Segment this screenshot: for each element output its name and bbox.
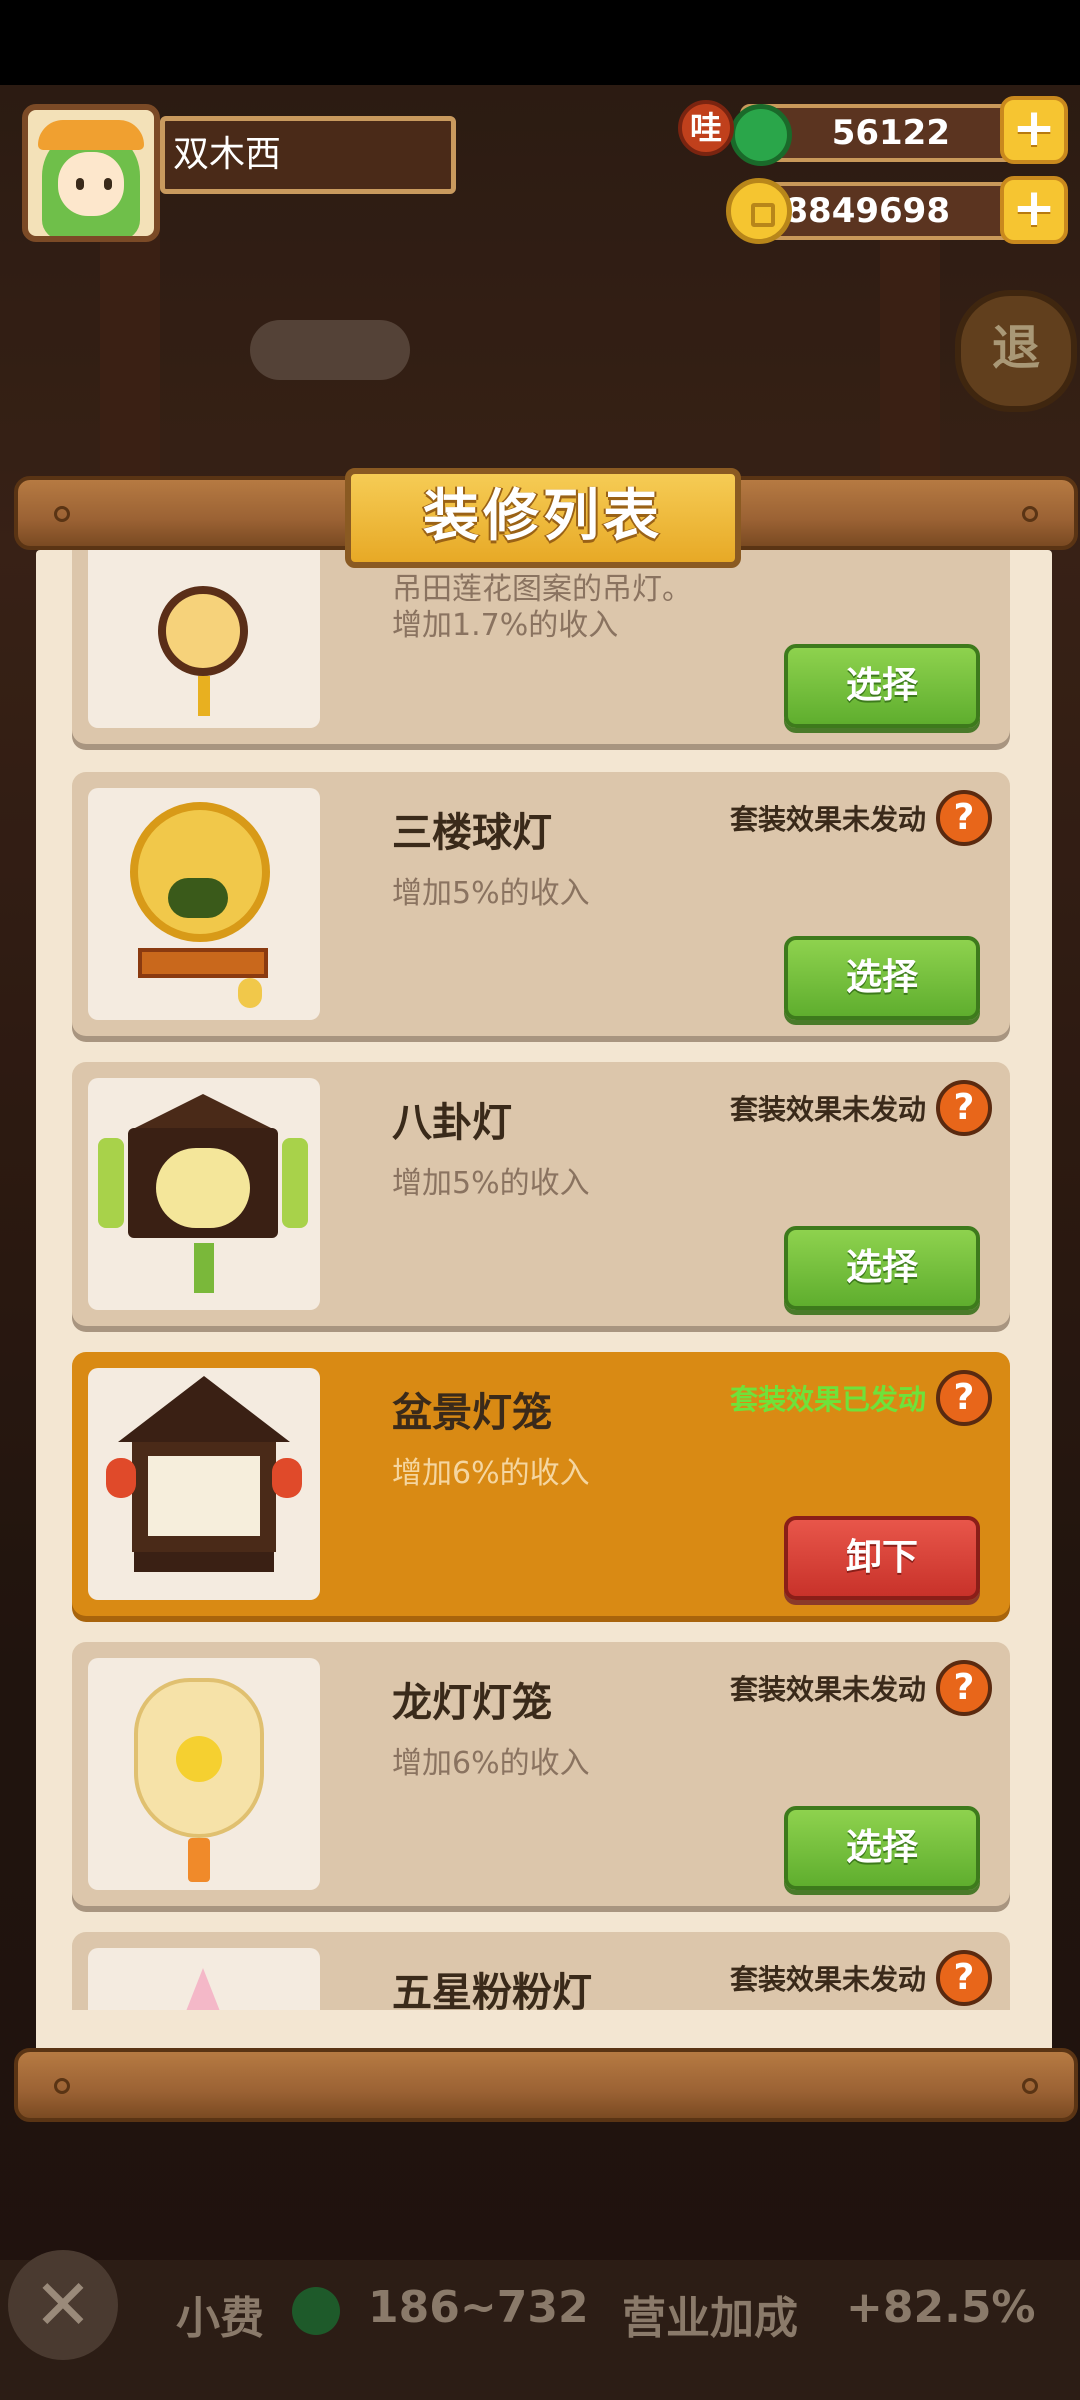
item-thumbnail bbox=[88, 1368, 320, 1600]
add-coin-button[interactable]: + bbox=[1000, 176, 1068, 244]
help-icon[interactable]: ? bbox=[936, 1370, 992, 1426]
nail-decoration bbox=[1022, 506, 1038, 522]
bonus-label: 营业加成 bbox=[622, 2293, 798, 2344]
item-name: 盆景灯笼 bbox=[392, 1390, 552, 1436]
list-item: 龙灯灯笼 增加6%的收入 套装效果未发动 ? 选择 bbox=[72, 1642, 1010, 1906]
item-thumbnail bbox=[88, 1078, 320, 1310]
scroll-rod-bottom bbox=[14, 2048, 1078, 2122]
list-item-equipped: 盆景灯笼 增加6%的收入 套装效果已发动 ? 卸下 bbox=[72, 1352, 1010, 1616]
item-desc: 增加5%的收入 bbox=[392, 876, 590, 911]
avatar-hat bbox=[38, 120, 144, 150]
select-button[interactable]: 选择 bbox=[784, 1226, 980, 1310]
decoration-list[interactable]: 吊田莲花图案的吊灯。 增加1.7%的收入 选择 三楼球灯 增加5%的收入 套装效… bbox=[36, 550, 1052, 2010]
set-effect-status: 套装效果未发动 bbox=[729, 1093, 926, 1126]
panel-title: 装修列表 bbox=[345, 468, 741, 568]
list-item: 三楼球灯 增加5%的收入 套装效果未发动 ? 选择 bbox=[72, 772, 1010, 1036]
help-icon[interactable]: ? bbox=[936, 790, 992, 846]
help-icon[interactable]: ? bbox=[936, 1950, 992, 2006]
item-name: 三楼球灯 bbox=[392, 810, 552, 856]
add-jade-button[interactable]: + bbox=[1000, 96, 1068, 164]
list-item: 吊田莲花图案的吊灯。 增加1.7%的收入 选择 bbox=[72, 550, 1010, 744]
set-effect-status: 套装效果未发动 bbox=[729, 803, 926, 836]
list-item: 五星粉粉灯 套装效果未发动 ? bbox=[72, 1932, 1010, 2010]
pillar-decoration bbox=[100, 200, 160, 490]
pillar-decoration bbox=[880, 200, 940, 490]
item-name: 八卦灯 bbox=[392, 1100, 512, 1146]
item-desc: 增加1.7%的收入 bbox=[392, 608, 619, 643]
coin-amount: 8849698 bbox=[784, 191, 950, 231]
jade-icon bbox=[292, 2287, 340, 2335]
item-desc: 增加6%的收入 bbox=[392, 1746, 590, 1781]
help-icon[interactable]: ? bbox=[936, 1660, 992, 1716]
help-icon[interactable]: ? bbox=[936, 1080, 992, 1136]
jade-badge-icon: 哇 bbox=[678, 100, 734, 156]
item-thumbnail bbox=[88, 1948, 320, 2010]
item-desc: 增加5%的收入 bbox=[392, 1166, 590, 1201]
nail-decoration bbox=[54, 2078, 70, 2094]
avatar-face bbox=[58, 152, 124, 216]
avatar-eye bbox=[104, 178, 112, 190]
exit-label: 退 bbox=[991, 320, 1040, 376]
select-button[interactable]: 选择 bbox=[784, 644, 980, 728]
set-effect-status: 套装效果未发动 bbox=[729, 1963, 926, 1996]
select-button[interactable]: 选择 bbox=[784, 936, 980, 1020]
jade-icon bbox=[730, 104, 792, 166]
exit-button[interactable]: 退 bbox=[955, 290, 1077, 412]
item-desc: 增加6%的收入 bbox=[392, 1456, 590, 1491]
player-name: 双木西 bbox=[160, 116, 456, 194]
remove-button[interactable]: 卸下 bbox=[784, 1516, 980, 1600]
set-effect-status: 套装效果已发动 bbox=[729, 1383, 926, 1416]
nail-decoration bbox=[1022, 2078, 1038, 2094]
item-name: 龙灯灯笼 bbox=[392, 1680, 552, 1726]
set-effect-status: 套装效果未发动 bbox=[729, 1673, 926, 1706]
status-bar-area bbox=[0, 0, 1080, 85]
tip-range: 186~732 bbox=[368, 2282, 589, 2333]
tip-label: 小费 bbox=[176, 2293, 264, 2344]
cloud-decoration bbox=[250, 320, 410, 380]
list-item: 八卦灯 增加5%的收入 套装效果未发动 ? 选择 bbox=[72, 1062, 1010, 1326]
jade-amount: 56122 bbox=[831, 113, 950, 153]
item-thumbnail bbox=[88, 788, 320, 1020]
player-avatar[interactable] bbox=[22, 104, 160, 242]
item-thumbnail bbox=[88, 1658, 320, 1890]
coin-icon bbox=[726, 178, 792, 244]
item-thumbnail bbox=[88, 550, 320, 728]
close-icon[interactable]: ✕ bbox=[8, 2250, 118, 2360]
bonus-value: +82.5% bbox=[846, 2282, 1036, 2333]
avatar-eye bbox=[76, 178, 84, 190]
item-name: 五星粉粉灯 bbox=[392, 1970, 592, 2010]
select-button[interactable]: 选择 bbox=[784, 1806, 980, 1890]
nail-decoration bbox=[54, 506, 70, 522]
